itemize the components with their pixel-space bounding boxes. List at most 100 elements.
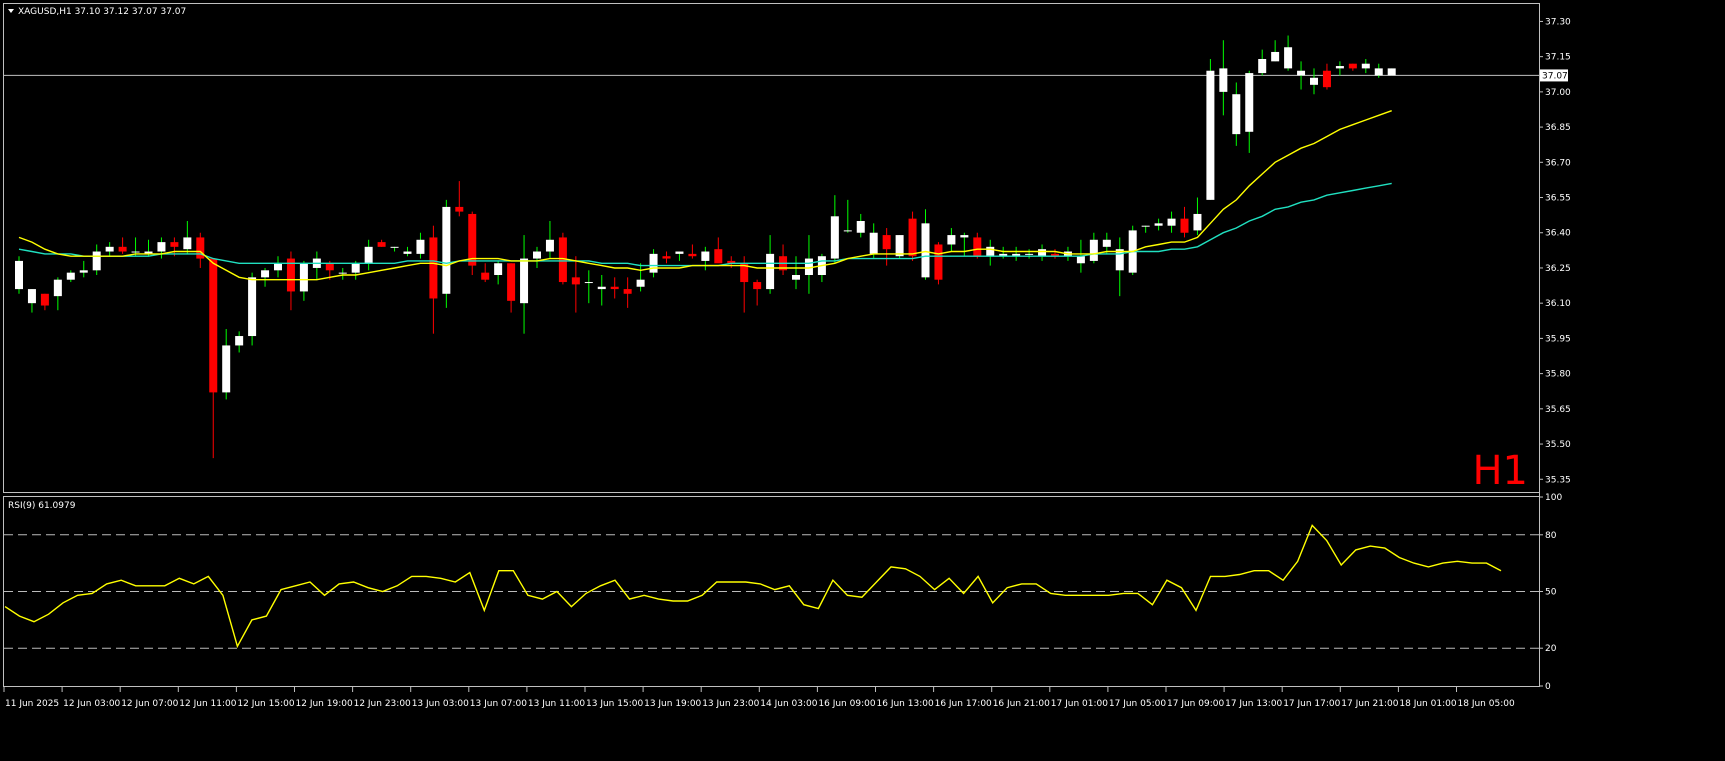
price-tick-label: 36.85 xyxy=(1545,123,1571,133)
candle-body xyxy=(1335,66,1344,69)
candle-body xyxy=(753,282,762,290)
candle-body xyxy=(507,263,516,301)
time-tick-label: 12 Jun 19:00 xyxy=(296,699,353,709)
time-tick-label: 13 Jun 03:00 xyxy=(412,699,469,709)
candle-body xyxy=(53,279,62,297)
rsi-tick-label: 0 xyxy=(1545,682,1551,692)
price-tick-label: 35.50 xyxy=(1545,440,1571,450)
candles-group xyxy=(15,35,1396,459)
candle-body xyxy=(468,213,477,266)
time-tick-label: 17 Jun 13:00 xyxy=(1225,699,1282,709)
price-tick-label: 36.55 xyxy=(1545,194,1571,204)
price-tick-label: 36.40 xyxy=(1545,229,1571,239)
candle-body xyxy=(209,258,218,393)
candle-body xyxy=(27,289,36,304)
price-tick-label: 37.15 xyxy=(1545,53,1571,63)
rsi-line-group xyxy=(4,524,1502,649)
candle-body xyxy=(1206,70,1215,200)
candle-body xyxy=(222,345,231,393)
price-axis-ticks: 37.30 37.15 37.00 36.85 36.70 36.55 36.40 36.25… xyxy=(1539,17,1571,485)
time-tick-label: 12 Jun 11:00 xyxy=(179,699,236,709)
rsi-tick-label: 50 xyxy=(1545,588,1557,598)
candle-body xyxy=(1348,63,1357,69)
time-tick-label: 18 Jun 05:00 xyxy=(1458,699,1515,709)
candle-body xyxy=(1089,239,1098,261)
candle-body xyxy=(157,242,166,252)
candle-body xyxy=(40,293,49,306)
candle-body xyxy=(274,263,282,271)
time-tick-label: 17 Jun 01:00 xyxy=(1051,699,1108,709)
rsi-tick-label: 80 xyxy=(1545,531,1557,541)
candle-body xyxy=(636,279,645,287)
time-tick-label: 18 Jun 01:00 xyxy=(1399,699,1456,709)
price-tick-label: 35.65 xyxy=(1545,405,1571,415)
rsi-tick-label: 100 xyxy=(1545,493,1562,503)
candle-body xyxy=(610,286,619,290)
candle-body xyxy=(830,216,839,259)
time-tick-label: 17 Jun 21:00 xyxy=(1341,699,1398,709)
time-tick-label: 16 Jun 17:00 xyxy=(935,699,992,709)
candle-body xyxy=(183,237,192,250)
price-tick-label: 36.10 xyxy=(1545,299,1571,309)
candle-body xyxy=(325,263,334,271)
candle-body xyxy=(1245,73,1254,132)
chart-canvas[interactable]: 37.07 37.30 37.15 37.00 36.85 36.70 36.55 36.4… xyxy=(0,0,1725,757)
candle-body xyxy=(960,235,969,238)
time-tick-label: 11 Jun 2025 xyxy=(5,699,59,709)
candle-body xyxy=(792,275,800,280)
candle-body xyxy=(675,251,684,254)
candle-body xyxy=(235,336,244,346)
price-tick-label: 37.30 xyxy=(1545,17,1571,27)
candle-body xyxy=(403,251,412,254)
time-tick-label: 13 Jun 11:00 xyxy=(528,699,585,709)
timeframe-watermark: H1 xyxy=(1472,448,1528,494)
candle-body xyxy=(545,239,554,252)
time-tick-label: 12 Jun 07:00 xyxy=(121,699,178,709)
candle-body xyxy=(921,223,930,278)
dropdown-triangle-icon[interactable] xyxy=(8,9,14,13)
candle-body xyxy=(105,246,114,252)
candle-body xyxy=(92,251,101,271)
price-tick-label: 37.00 xyxy=(1545,88,1571,98)
candle-body xyxy=(390,246,399,248)
candle-body xyxy=(455,206,464,212)
candle-body xyxy=(1374,68,1383,76)
candle-body xyxy=(1387,68,1396,76)
candle-body xyxy=(364,246,373,264)
candle-body xyxy=(1297,70,1306,76)
candle-body xyxy=(908,218,917,257)
time-tick-label: 16 Jun 13:00 xyxy=(877,699,934,709)
time-tick-label: 12 Jun 23:00 xyxy=(354,699,411,709)
candle-body xyxy=(377,242,386,247)
candle-body xyxy=(533,251,541,259)
candle-body xyxy=(701,251,710,261)
rsi-line xyxy=(4,524,1502,649)
candle-body xyxy=(1167,218,1176,226)
candle-body xyxy=(494,263,503,275)
candle-body xyxy=(895,235,904,257)
candle-body xyxy=(1154,223,1163,226)
candle-body xyxy=(662,256,671,259)
candle-body xyxy=(973,237,982,257)
candle-body xyxy=(714,249,723,264)
candle-body xyxy=(299,263,308,292)
candle-body xyxy=(1038,249,1047,257)
candle-body xyxy=(1361,63,1370,69)
candle-body xyxy=(481,272,490,280)
candle-body xyxy=(1232,94,1241,135)
rsi-label: RSI(9) 61.0979 xyxy=(8,501,76,511)
price-tick-label: 35.35 xyxy=(1545,475,1571,485)
candle-body xyxy=(869,232,878,254)
symbol-header: XAGUSD,H1 37.10 37.12 37.07 37.07 xyxy=(18,7,186,17)
candle-body xyxy=(1219,68,1228,92)
price-tick-label: 35.80 xyxy=(1545,370,1571,380)
candle-body xyxy=(79,270,88,273)
candle-body xyxy=(429,237,438,299)
time-tick-label: 16 Jun 21:00 xyxy=(993,699,1050,709)
candle-body xyxy=(520,258,529,304)
candle-body xyxy=(1322,70,1331,88)
candle-body xyxy=(1115,249,1124,271)
candle-body xyxy=(1193,213,1202,231)
candle-body xyxy=(649,253,658,273)
candle-body xyxy=(66,272,75,280)
